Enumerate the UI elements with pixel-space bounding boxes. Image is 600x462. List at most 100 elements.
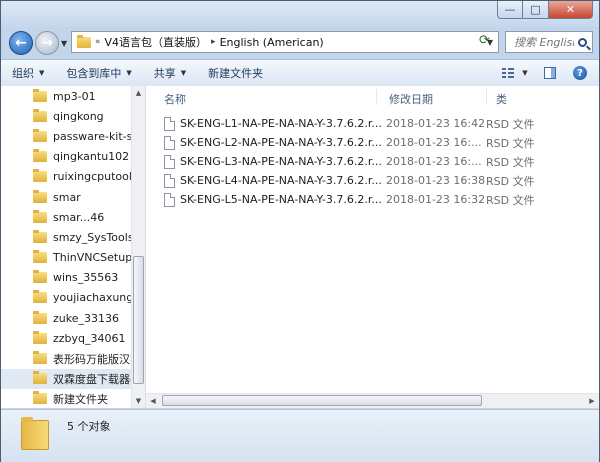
include-label: 包含到库中: [66, 67, 122, 80]
nav-folder-label: zuke_33136: [53, 311, 119, 325]
view-options-dropdown[interactable]: ▼: [519, 69, 531, 77]
file-date: 2018-01-23 16:...: [386, 136, 482, 149]
file-row[interactable]: SK-ENG-L4-NA-PE-NA-NA-Y-3.7.6.2.r... 2018…: [164, 171, 584, 190]
search-box[interactable]: [505, 31, 593, 53]
file-name: SK-ENG-L4-NA-PE-NA-NA-Y-3.7.6.2.r...: [180, 174, 382, 187]
nav-folder-item[interactable]: smar...46: [1, 207, 131, 227]
nav-folder-label: youjiachaxungo: [53, 291, 131, 305]
back-button[interactable]: ←: [9, 31, 33, 55]
breadcrumb-overflow[interactable]: «: [95, 37, 101, 47]
chevron-down-icon: ▼: [39, 69, 45, 77]
file-icon: [164, 154, 175, 169]
scroll-up-icon[interactable]: ▲: [132, 86, 145, 100]
file-icon: [164, 192, 175, 207]
preview-pane-button[interactable]: [539, 67, 561, 79]
vertical-scrollbar[interactable]: ▲ ▼: [131, 86, 145, 408]
breadcrumb-item[interactable]: English (American): [220, 36, 324, 49]
nav-folder-item[interactable]: qingkantu102: [1, 147, 131, 167]
horizontal-scrollbar[interactable]: ◀ ▶: [146, 393, 599, 408]
scroll-thumb[interactable]: [133, 256, 144, 384]
nav-folder-item[interactable]: qingkong: [1, 106, 131, 126]
refresh-icon[interactable]: ⟳: [479, 33, 490, 48]
column-divider[interactable]: [376, 89, 377, 105]
nav-folder-item[interactable]: 表形码万能版汉字: [1, 348, 131, 368]
change-view-button[interactable]: [497, 68, 519, 78]
scroll-thumb[interactable]: [162, 395, 482, 406]
folder-icon: [33, 391, 47, 405]
organize-menu[interactable]: 组织 ▼: [1, 60, 55, 86]
address-bar[interactable]: « V4语言包（直装版） ▸ English (American) ▼: [71, 31, 499, 53]
folder-icon: [33, 250, 47, 264]
nav-folder-label: 表形码万能版汉字: [53, 352, 131, 366]
nav-folder-label: smar: [53, 190, 81, 204]
new-folder-button[interactable]: 新建文件夹: [197, 60, 274, 86]
folder-icon: [33, 290, 47, 304]
forward-arrow-icon: →: [41, 35, 53, 51]
folder-icon: [33, 108, 47, 122]
search-input[interactable]: [512, 34, 576, 50]
nav-folder-item[interactable]: smzy_SysToolsP: [1, 227, 131, 247]
organize-label: 组织: [12, 67, 34, 80]
new-folder-label: 新建文件夹: [208, 67, 264, 80]
folder-icon: [33, 270, 47, 284]
breadcrumb-item[interactable]: V4语言包（直装版）: [105, 34, 208, 50]
scroll-left-icon[interactable]: ◀: [146, 394, 160, 408]
file-name: SK-ENG-L2-NA-PE-NA-NA-Y-3.7.6.2.r...: [180, 136, 382, 149]
file-date: 2018-01-23 16:...: [386, 155, 482, 168]
share-menu[interactable]: 共享 ▼: [143, 60, 197, 86]
file-row[interactable]: SK-ENG-L5-NA-PE-NA-NA-Y-3.7.6.2.r... 2018…: [164, 190, 584, 209]
nav-folder-label: smzy_SysToolsP: [53, 230, 131, 244]
column-type[interactable]: 类: [496, 91, 507, 107]
breadcrumb-separator[interactable]: ▸: [211, 37, 216, 47]
item-count: 5 个对象: [67, 420, 111, 433]
nav-folder-item[interactable]: 双霖度盘下载器-(: [1, 368, 131, 389]
folder-icon: [33, 371, 47, 385]
nav-folder-item[interactable]: youjiachaxungo: [1, 288, 131, 308]
close-button[interactable]: ✕: [549, 1, 593, 19]
chevron-down-icon: ▼: [180, 69, 187, 77]
include-in-library-menu[interactable]: 包含到库中 ▼: [55, 60, 142, 86]
nav-folder-item[interactable]: smar: [1, 187, 131, 207]
nav-folder-item[interactable]: zuke_33136: [1, 308, 131, 328]
nav-folder-item[interactable]: ruixingcputool: [1, 167, 131, 187]
file-row[interactable]: SK-ENG-L3-NA-PE-NA-NA-Y-3.7.6.2.r... 2018…: [164, 152, 584, 171]
nav-folder-label: zzbyq_34061: [53, 331, 126, 345]
folder-icon: [33, 189, 47, 203]
column-divider[interactable]: [486, 89, 487, 105]
help-button[interactable]: ?: [569, 66, 591, 80]
search-icon[interactable]: [578, 37, 587, 47]
file-row[interactable]: SK-ENG-L1-NA-PE-NA-NA-Y-3.7.6.2.r... 2018…: [164, 114, 584, 133]
nav-folder-label: smar...46: [53, 210, 105, 224]
folder-icon: [33, 149, 47, 163]
nav-folder-item[interactable]: mp3-01: [1, 86, 131, 106]
preview-pane-icon: [544, 67, 556, 79]
nav-folder-label: qingkantu102: [53, 150, 130, 164]
folder-icon: [77, 34, 91, 48]
folder-icon: [33, 351, 47, 365]
nav-folder-item[interactable]: ThinVNCSetup: [1, 248, 131, 268]
file-row[interactable]: SK-ENG-L2-NA-PE-NA-NA-Y-3.7.6.2.r... 2018…: [164, 133, 584, 152]
forward-button[interactable]: →: [35, 31, 59, 55]
folder-icon: [21, 417, 49, 450]
nav-folder-label: mp3-01: [53, 89, 96, 103]
nav-folder-item[interactable]: wins_35563: [1, 268, 131, 288]
column-name[interactable]: 名称: [164, 91, 186, 107]
nav-folder-label: 新建文件夹: [53, 392, 108, 406]
file-name: SK-ENG-L5-NA-PE-NA-NA-Y-3.7.6.2.r...: [180, 193, 382, 206]
scroll-right-icon[interactable]: ▶: [585, 394, 599, 408]
nav-folder-item[interactable]: zzbyq_34061: [1, 328, 131, 348]
maximize-button[interactable]: □: [523, 1, 549, 19]
column-date[interactable]: 修改日期: [389, 91, 433, 107]
folder-icon: [33, 169, 47, 183]
folder-icon: [33, 128, 47, 142]
nav-folder-item[interactable]: 新建文件夹: [1, 389, 131, 408]
file-name: SK-ENG-L1-NA-PE-NA-NA-Y-3.7.6.2.r...: [180, 117, 382, 130]
folder-icon: [33, 209, 47, 223]
recent-pages-dropdown[interactable]: ▼: [61, 39, 67, 48]
nav-folder-item[interactable]: passware-kit-st: [1, 126, 131, 146]
column-header: 名称 修改日期 类: [146, 86, 599, 108]
share-label: 共享: [153, 67, 176, 80]
file-type: RSD 文件: [486, 155, 535, 169]
minimize-button[interactable]: —: [497, 1, 523, 19]
scroll-down-icon[interactable]: ▼: [132, 394, 145, 408]
